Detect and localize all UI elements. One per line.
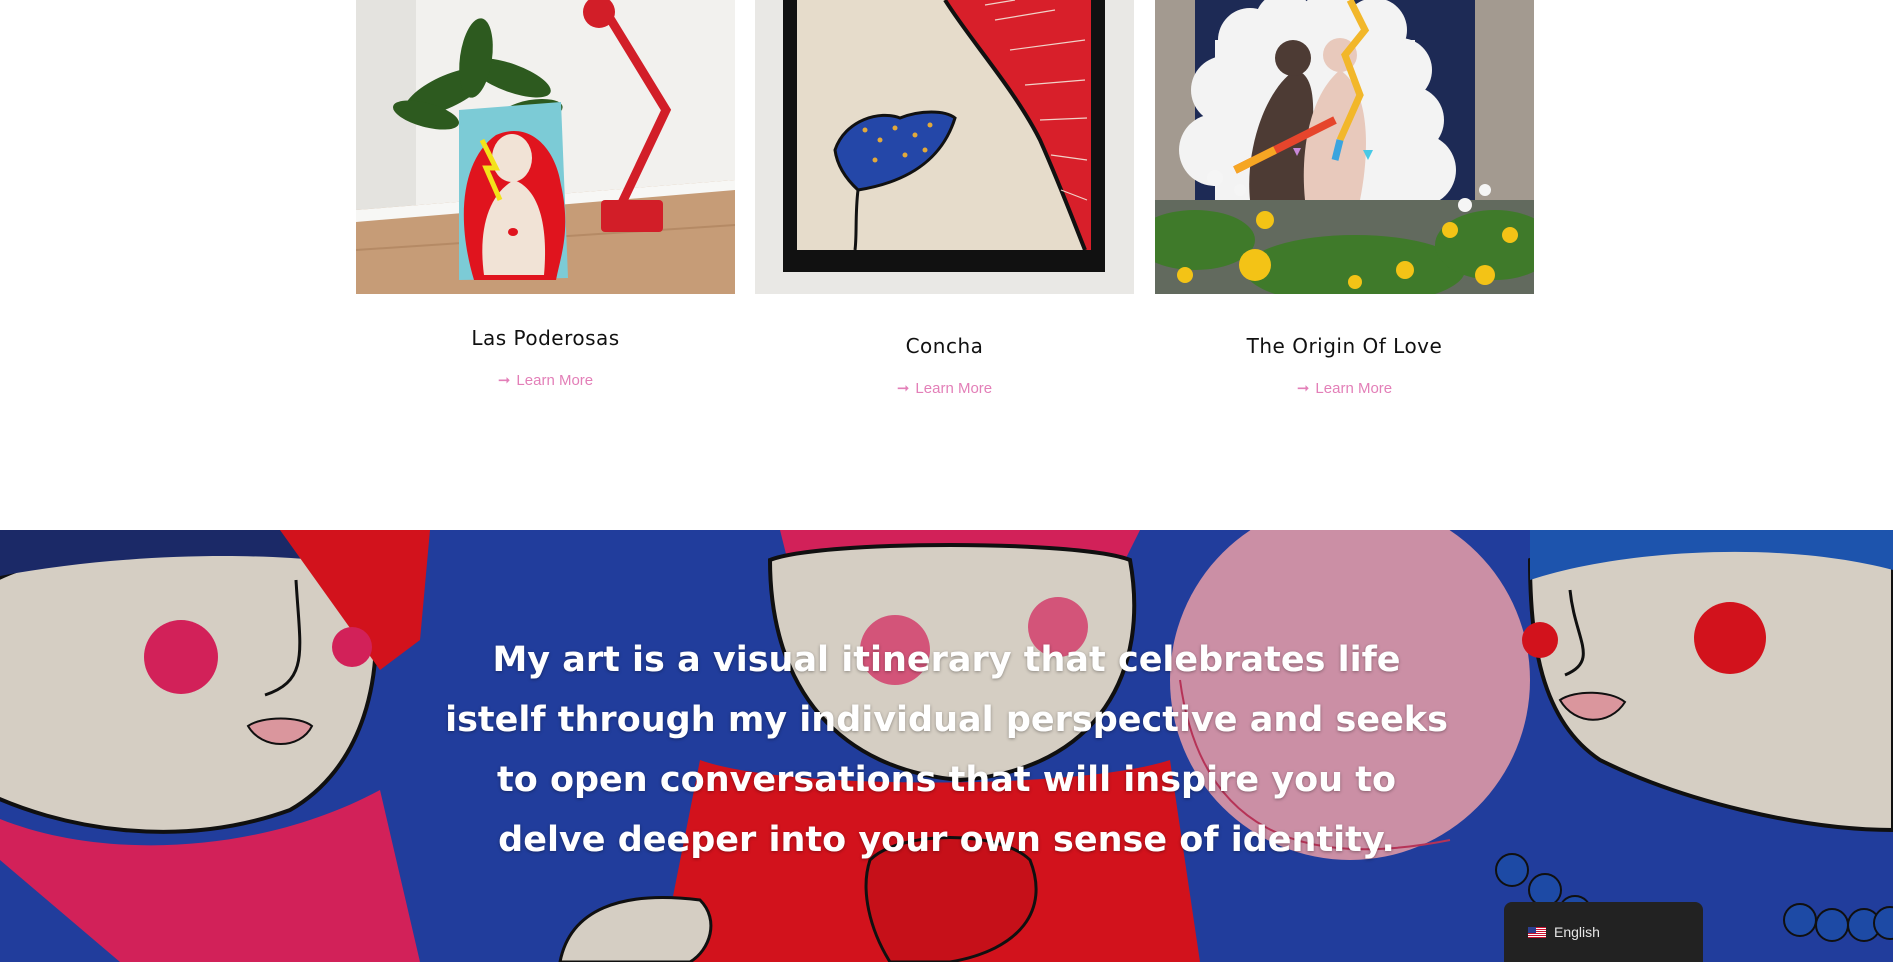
learn-more-label: Learn More [1315, 379, 1393, 397]
artwork-card: Concha ➞ Learn More [755, 0, 1134, 397]
artist-statement-quote: My art is a visual itinerary that celebr… [445, 640, 1448, 860]
us-flag-icon [1528, 926, 1546, 938]
artwork-card: Las Poderosas ➞ Learn More [356, 0, 735, 389]
artwork-title: Las Poderosas [471, 326, 620, 350]
learn-more-label: Learn More [915, 379, 993, 397]
artwork-image-concha[interactable] [755, 0, 1134, 294]
arrow-right-icon: ➞ [497, 372, 511, 389]
learn-more-link[interactable]: ➞ Learn More [497, 371, 594, 390]
artwork-image-the-origin-of-love[interactable] [1155, 0, 1534, 294]
artwork-title: The Origin Of Love [1246, 334, 1443, 358]
arrow-right-icon: ➞ [1296, 380, 1310, 397]
language-switcher[interactable]: English [1504, 902, 1703, 962]
artwork-image-las-poderosas[interactable] [356, 0, 735, 294]
language-label: English [1554, 924, 1600, 940]
learn-more-link[interactable]: ➞ Learn More [896, 379, 993, 398]
artwork-card: The Origin Of Love ➞ Learn More [1155, 0, 1534, 397]
arrow-right-icon: ➞ [896, 380, 910, 397]
learn-more-link[interactable]: ➞ Learn More [1296, 379, 1393, 398]
learn-more-label: Learn More [516, 371, 594, 389]
artwork-title: Concha [905, 334, 984, 358]
artist-statement-banner: My art is a visual itinerary that celebr… [0, 530, 1893, 962]
